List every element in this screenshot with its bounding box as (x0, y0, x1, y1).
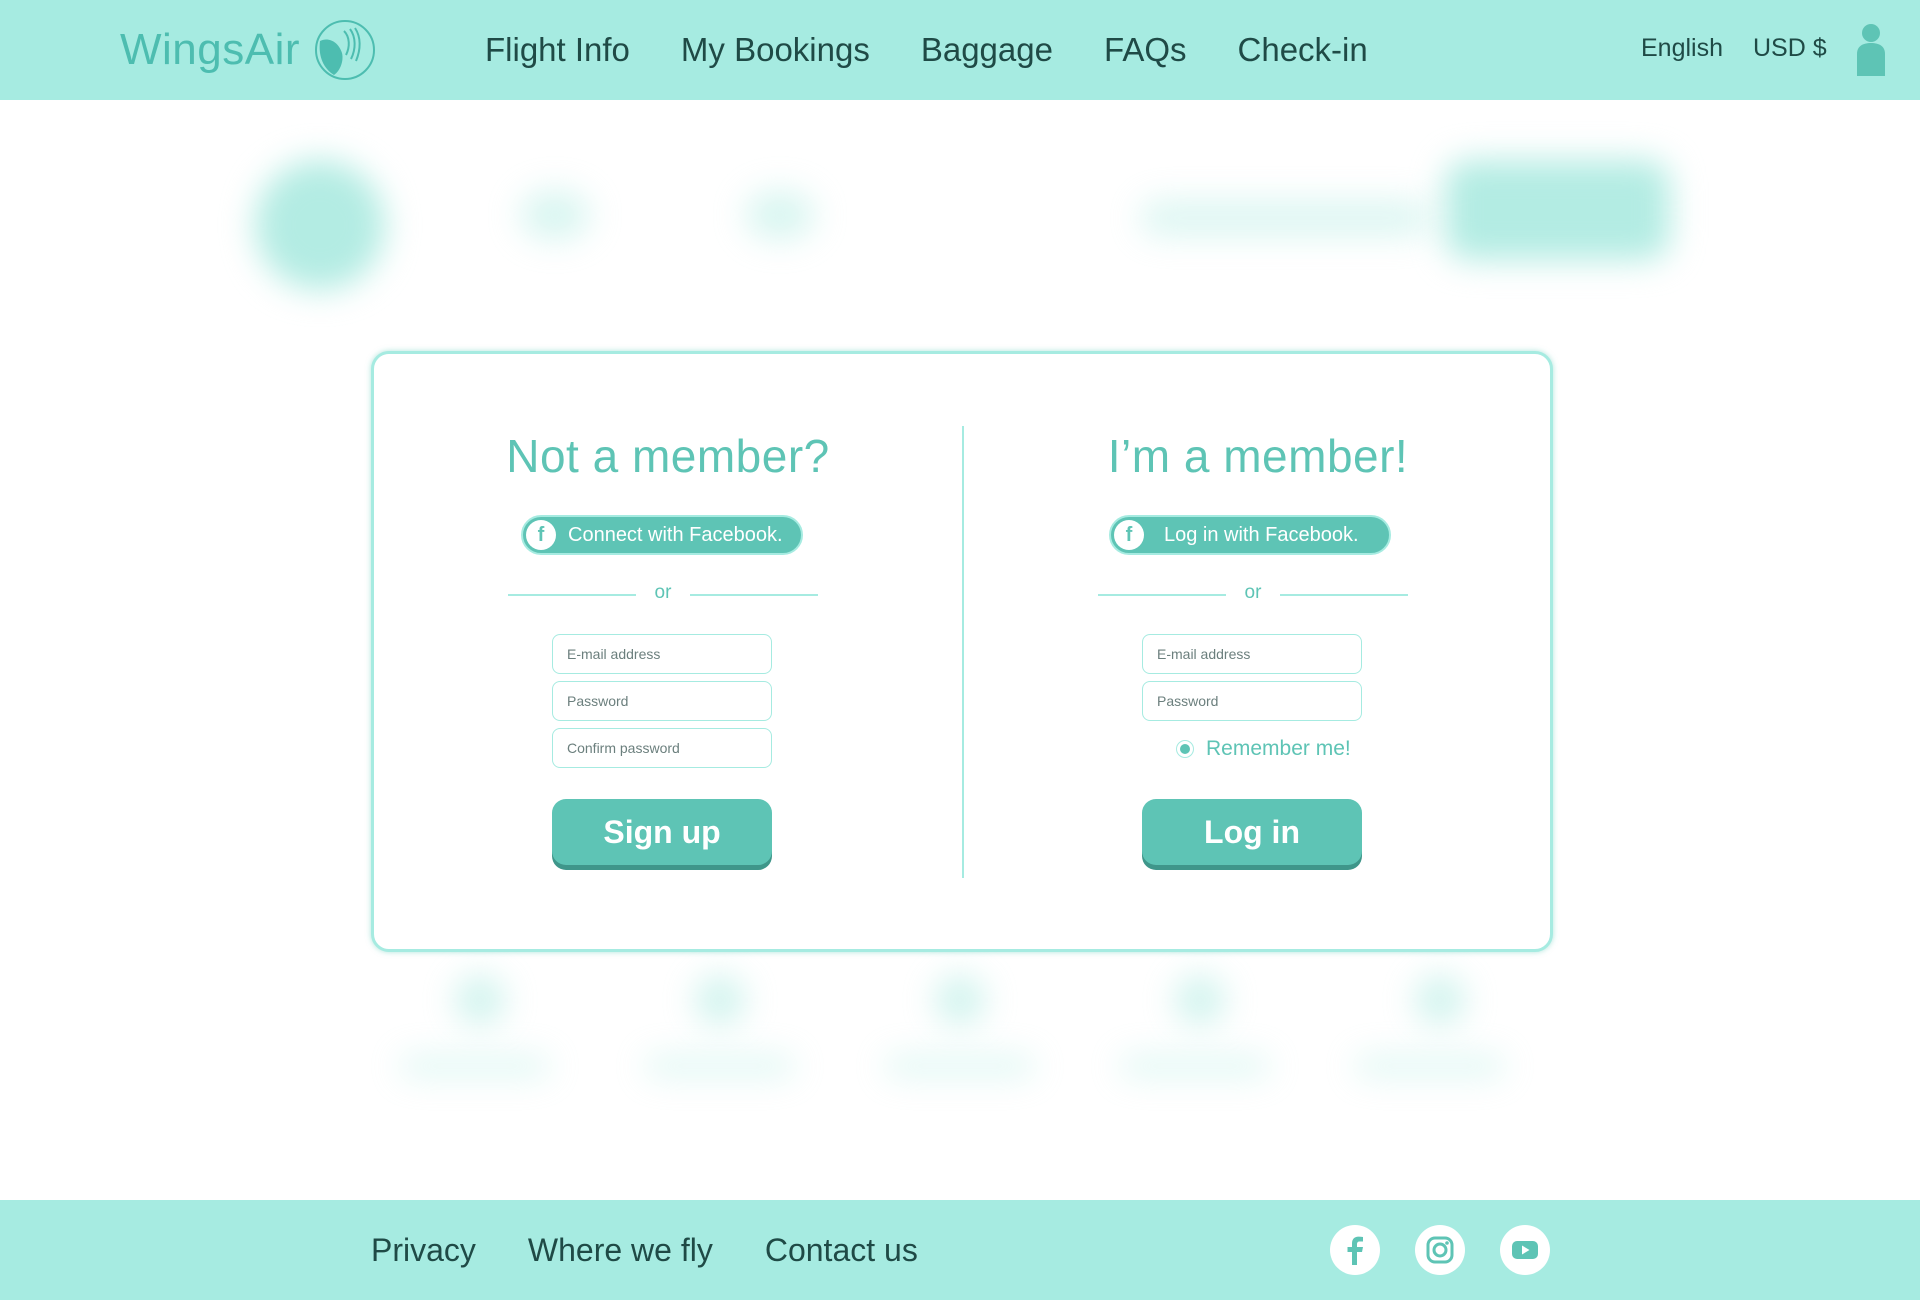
login-email-field[interactable] (1142, 634, 1362, 674)
signup-confirm-password-field[interactable] (552, 728, 772, 768)
footer-link-where-we-fly[interactable]: Where we fly (528, 1232, 713, 1269)
user-icon[interactable] (1855, 24, 1887, 76)
blurred-shape (1120, 1055, 1270, 1077)
nav-my-bookings[interactable]: My Bookings (681, 31, 870, 69)
blurred-shape (745, 190, 815, 240)
signup-title: Not a member? (506, 430, 830, 482)
login-panel: I’m a member! f Log in with Facebook. or… (964, 354, 1552, 949)
blurred-shape (1140, 200, 1430, 236)
remember-me-label: Remember me! (1206, 737, 1351, 760)
facebook-icon[interactable] (1330, 1225, 1380, 1275)
top-nav-bar: WingsAir Flight Info My Bookings Baggage… (0, 0, 1920, 100)
brand-name: WingsAir (120, 25, 301, 74)
remember-me-option[interactable]: Remember me! (1176, 737, 1351, 761)
nav-flight-info[interactable]: Flight Info (485, 31, 630, 69)
login-facebook-label: Log in with Facebook. (1164, 523, 1359, 546)
language-selector[interactable]: English (1641, 34, 1723, 63)
auth-modal: Not a member? f Connect with Facebook. o… (371, 351, 1553, 952)
login-facebook-button[interactable]: f Log in with Facebook. (1109, 515, 1391, 555)
blurred-shape (1415, 975, 1465, 1025)
signup-panel: Not a member? f Connect with Facebook. o… (374, 354, 962, 949)
separator-line (1280, 594, 1408, 596)
facebook-icon: f (526, 520, 556, 550)
currency-selector[interactable]: USD $ (1753, 34, 1827, 63)
sign-up-button[interactable]: Sign up (552, 799, 772, 865)
blurred-shape (935, 975, 985, 1025)
blurred-shape (400, 1055, 550, 1077)
brand-logo[interactable]: WingsAir (120, 18, 376, 82)
footer-link-privacy[interactable]: Privacy (371, 1232, 476, 1269)
or-separator: or (1098, 582, 1408, 606)
or-label: or (654, 582, 672, 603)
facebook-glyph (1347, 1236, 1363, 1265)
facebook-icon: f (1114, 520, 1144, 550)
footer-link-contact-us[interactable]: Contact us (765, 1232, 918, 1269)
signup-email-field[interactable] (552, 634, 772, 674)
blurred-shape (695, 975, 745, 1025)
wing-logo-icon (315, 20, 376, 80)
login-title: I’m a member! (1107, 430, 1409, 482)
radio-selected-dot (1180, 744, 1190, 754)
separator-line (690, 594, 818, 596)
signup-password-field[interactable] (552, 681, 772, 721)
connect-facebook-label: Connect with Facebook. (568, 523, 783, 546)
or-separator: or (508, 582, 818, 606)
youtube-glyph (1512, 1241, 1538, 1259)
blurred-shape (645, 1055, 795, 1077)
youtube-icon[interactable] (1500, 1225, 1550, 1275)
blurred-shape (885, 1055, 1035, 1077)
blurred-shape (255, 160, 385, 290)
connect-facebook-button[interactable]: f Connect with Facebook. (521, 515, 803, 555)
login-password-field[interactable] (1142, 681, 1362, 721)
remember-me-radio[interactable] (1176, 740, 1194, 758)
instagram-glyph (1426, 1236, 1454, 1264)
footer-links: Privacy Where we fly Contact us (371, 1200, 970, 1300)
blurred-shape (1445, 160, 1670, 260)
instagram-icon[interactable] (1415, 1225, 1465, 1275)
blurred-shape (1355, 1055, 1505, 1077)
nav-check-in[interactable]: Check-in (1238, 31, 1368, 69)
main-nav: Flight Info My Bookings Baggage FAQs Che… (485, 0, 1419, 100)
log-in-button[interactable]: Log in (1142, 799, 1362, 865)
blurred-shape (1175, 975, 1225, 1025)
blurred-shape (520, 190, 590, 240)
blurred-shape (455, 975, 505, 1025)
footer-bar: Privacy Where we fly Contact us (0, 1200, 1920, 1300)
or-label: or (1244, 582, 1262, 603)
nav-faqs[interactable]: FAQs (1104, 31, 1187, 69)
nav-baggage[interactable]: Baggage (921, 31, 1053, 69)
